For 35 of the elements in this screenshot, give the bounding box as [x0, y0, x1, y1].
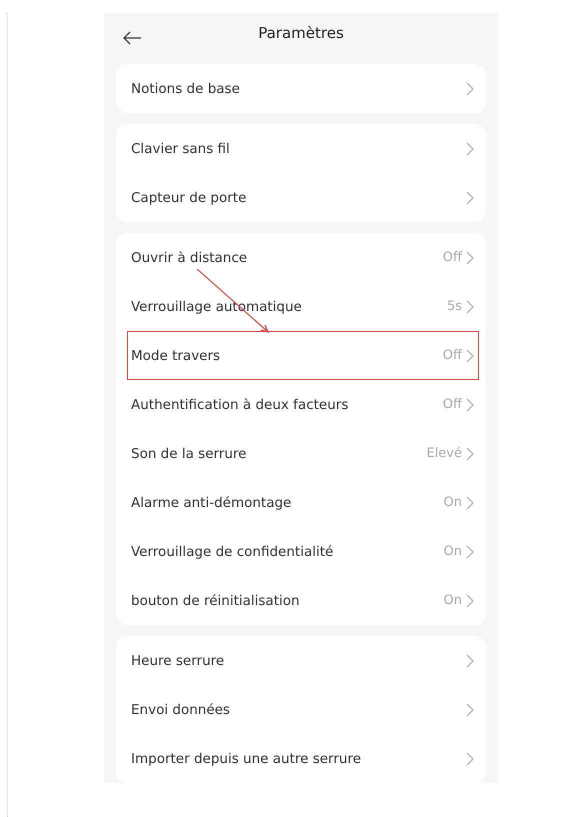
setting-label: Notions de base — [131, 80, 240, 96]
setting-label: Ouvrir à distance — [131, 250, 248, 266]
settings-row[interactable]: Authentification à deux facteurs Off — [127, 380, 479, 429]
settings-row[interactable]: Notions de base — [127, 64, 479, 113]
settings-row[interactable]: Verrouillage de confidentialité On — [127, 527, 479, 576]
setting-value: Off — [442, 348, 462, 363]
setting-value: Off — [442, 250, 462, 265]
setting-label: Mode travers — [131, 348, 220, 364]
setting-label: Alarme anti-démontage — [131, 494, 292, 510]
highlighted-settings-row[interactable]: Mode travers Off — [127, 331, 479, 380]
setting-label: Capteur de porte — [131, 190, 246, 206]
settings-row[interactable]: Son de la serrure Elevé — [127, 429, 479, 478]
setting-label: Envoi données — [131, 702, 230, 718]
setting-value: Off — [442, 397, 462, 412]
setting-value: On — [444, 593, 462, 608]
setting-label: bouton de réinitialisation — [131, 592, 300, 608]
settings-row[interactable]: Importer depuis une autre serrure — [127, 734, 479, 783]
settings-row[interactable]: Alarme anti-démontage On — [127, 478, 479, 527]
setting-label: Verrouillage de confidentialité — [131, 544, 334, 560]
settings-row[interactable]: Ouvrir à distance Off — [127, 233, 479, 282]
settings-row[interactable]: Heure serrure — [127, 636, 479, 685]
setting-value: On — [444, 544, 462, 559]
setting-label: Importer depuis une autre serrure — [131, 750, 362, 766]
settings-row[interactable]: Envoi données — [127, 685, 479, 734]
setting-label: Son de la serrure — [131, 446, 246, 462]
setting-value: Elevé — [426, 446, 462, 461]
settings-row[interactable]: Capteur de porte — [127, 173, 479, 222]
settings-row[interactable]: Clavier sans fil — [127, 124, 479, 173]
page-title: Paramètres — [258, 24, 344, 42]
settings-row[interactable]: bouton de réinitialisation On — [127, 576, 479, 625]
setting-label: Authentification à deux facteurs — [131, 396, 348, 412]
setting-label: Clavier sans fil — [131, 140, 230, 156]
setting-value: 5s — [446, 299, 462, 314]
setting-label: Heure serrure — [131, 652, 224, 668]
setting-value: On — [444, 495, 462, 510]
